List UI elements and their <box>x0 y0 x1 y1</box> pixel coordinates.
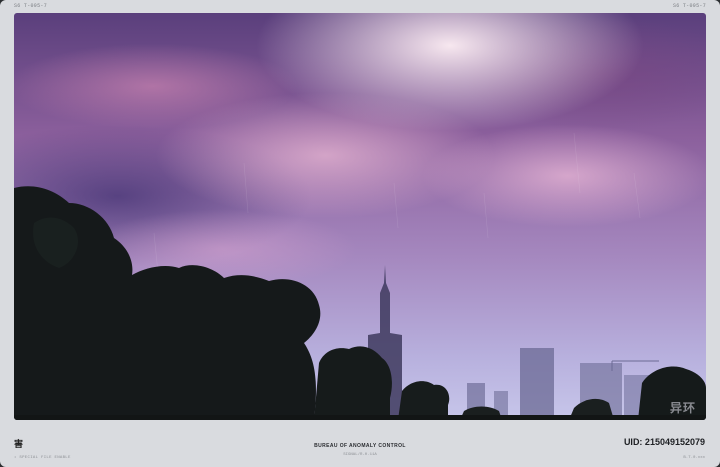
watermark-logo: 异环 <box>669 401 696 415</box>
city-silhouette <box>14 132 706 420</box>
header-left-tag: S6 T-095-7 <box>14 3 48 9</box>
uid-label: UID: 215049152079 <box>623 437 705 447</box>
landscape-photo: 异环 <box>14 13 706 420</box>
footer-title: BUREAU OF ANOMALY CONTROL <box>314 443 406 449</box>
footer-right-caption: B.T.0.xxx <box>683 456 705 460</box>
footer-center-caption: SIGNAL/R-0.11A <box>343 453 377 457</box>
photo-frame: S6 T-095-7 S6 T-095-7 异环 害 • SPECIAL FIL… <box>0 0 720 467</box>
header-right-tag: S6 T-095-7 <box>672 3 706 9</box>
